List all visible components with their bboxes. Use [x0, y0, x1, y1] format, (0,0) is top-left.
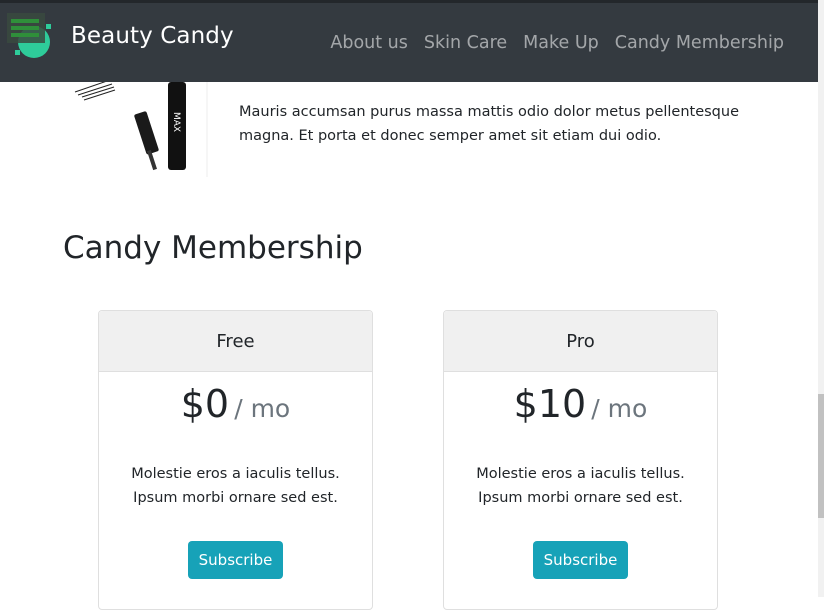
pricing-card-pro: Pro $10 / mo Molestie eros a iaculis tel…: [443, 310, 718, 610]
plan-price: $0 / mo: [99, 382, 372, 432]
subscribe-free-button[interactable]: Subscribe: [188, 541, 283, 579]
nav-links: About us Skin Care Make Up Candy Members…: [330, 33, 784, 53]
product-description: Mauris accumsan purus massa mattis odio …: [239, 103, 740, 144]
price-amount: $0: [180, 382, 230, 426]
plan-description: Molestie eros a iaculis tellus. Ipsum mo…: [99, 462, 372, 510]
nav-link-make-up[interactable]: Make Up: [523, 33, 599, 53]
price-amount: $10: [513, 382, 587, 426]
nav-link-about-us[interactable]: About us: [330, 33, 408, 53]
subscribe-pro-button[interactable]: Subscribe: [533, 541, 628, 579]
plan-price: $10 / mo: [444, 382, 717, 432]
plan-description-line: Ipsum morbi ornare sed est.: [133, 490, 338, 506]
plan-description-line: Molestie eros a iaculis tellus.: [131, 466, 340, 482]
mascara-product-image: MAX: [74, 82, 208, 177]
plan-description-line: Molestie eros a iaculis tellus.: [476, 466, 685, 482]
navbar: Beauty Candy About us Skin Care Make Up …: [0, 0, 818, 82]
scrollbar-thumb[interactable]: [818, 394, 824, 518]
plan-description-line: Ipsum morbi ornare sed est.: [478, 490, 683, 506]
nav-link-skin-care[interactable]: Skin Care: [424, 33, 507, 53]
plan-name: Free: [99, 311, 372, 372]
plan-name: Pro: [444, 311, 717, 372]
page-scrollbar[interactable]: [818, 0, 824, 597]
pricing-card-free: Free $0 / mo Molestie eros a iaculis tel…: [98, 310, 373, 610]
section-title: Candy Membership: [63, 230, 363, 266]
svg-text:MAX: MAX: [171, 112, 181, 132]
plan-description: Molestie eros a iaculis tellus. Ipsum mo…: [444, 462, 717, 510]
candy-logo-icon[interactable]: [6, 12, 54, 60]
price-period: / mo: [591, 394, 648, 423]
price-period: / mo: [234, 394, 291, 423]
brand-name[interactable]: Beauty Candy: [71, 23, 234, 49]
nav-link-candy-membership[interactable]: Candy Membership: [615, 33, 784, 53]
